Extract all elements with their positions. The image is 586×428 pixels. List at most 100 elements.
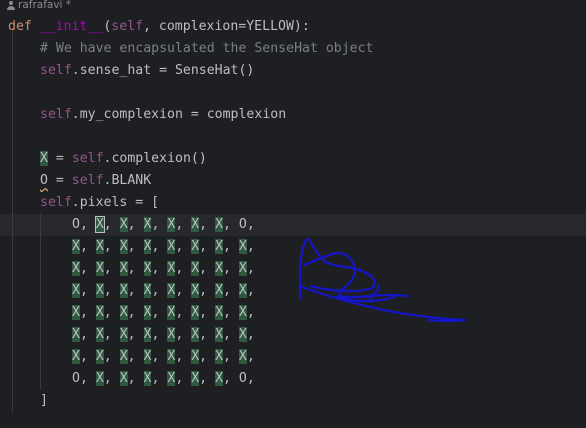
code-line-x-assign[interactable]: X = self.complexion()	[40, 148, 207, 170]
pixel-cell: X	[95, 305, 104, 320]
separator: ,	[246, 349, 255, 364]
separator: ,	[246, 217, 255, 232]
separator: ,	[199, 349, 216, 364]
author-name: rafrafavi *	[18, 0, 72, 11]
code-line-close-bracket[interactable]: ]	[40, 390, 48, 412]
separator: ,	[127, 261, 144, 276]
separator: ,	[127, 327, 144, 342]
indent-guide	[12, 30, 13, 412]
x-variable: X	[40, 151, 48, 166]
separator: ,	[103, 283, 120, 298]
separator: ,	[223, 283, 239, 298]
separator: ,	[103, 327, 120, 342]
separator: ,	[175, 371, 192, 386]
pixel-row[interactable]: X, X, X, X, X, X, X, X,	[72, 280, 255, 302]
pixel-cell: X	[95, 371, 104, 386]
separator: ,	[199, 217, 216, 232]
pixel-cell: X	[191, 327, 200, 342]
pixel-cell: X	[215, 349, 224, 364]
pixel-row[interactable]: X, X, X, X, X, X, X, X,	[72, 346, 255, 368]
pixel-cell: X	[191, 283, 200, 298]
separator: ,	[246, 261, 255, 276]
pixel-cell: X	[119, 283, 128, 298]
separator: ,	[223, 327, 239, 342]
separator: ,	[175, 305, 192, 320]
pixel-cell: X	[95, 327, 104, 342]
pixel-cell: X	[119, 217, 128, 232]
separator: ,	[151, 261, 168, 276]
separator: ,	[151, 283, 168, 298]
separator: ,	[79, 239, 96, 254]
code-line-comment[interactable]: # We have encapsulated the SenseHat obje…	[40, 38, 373, 60]
separator: ,	[127, 305, 144, 320]
separator: ,	[79, 349, 96, 364]
pixel-cell: X	[191, 349, 200, 364]
separator: ,	[223, 349, 239, 364]
pixel-cell: X	[95, 239, 104, 254]
o-variable: O	[40, 173, 48, 188]
separator: ,	[246, 283, 255, 298]
pixel-cell: X	[191, 217, 200, 232]
pixel-row[interactable]: X, X, X, X, X, X, X, X,	[72, 258, 255, 280]
separator: ,	[175, 349, 192, 364]
code-line-o-assign[interactable]: O = self.BLANK	[40, 170, 151, 192]
separator: ,	[223, 261, 239, 276]
pixel-cell: X	[119, 327, 128, 342]
separator: ,	[199, 371, 216, 386]
separator: ,	[199, 327, 216, 342]
pixel-cell: X	[238, 327, 247, 342]
pixel-cell: O	[72, 371, 80, 386]
separator: ,	[175, 261, 192, 276]
pixel-cell: O	[238, 217, 247, 232]
code-line-sense-hat[interactable]: self.sense_hat = SenseHat()	[40, 60, 254, 82]
pixel-cell: X	[72, 305, 80, 320]
separator: ,	[79, 261, 96, 276]
pixel-cell: X	[215, 305, 224, 320]
separator: ,	[199, 283, 216, 298]
pixel-row[interactable]: X, X, X, X, X, X, X, X,	[72, 302, 255, 324]
separator: ,	[127, 349, 144, 364]
pixel-row[interactable]: O, X, X, X, X, X, X, O,	[72, 214, 255, 236]
pixel-cell: X	[95, 261, 104, 276]
pixel-cell: X	[119, 349, 128, 364]
separator: ,	[246, 327, 255, 342]
separator: ,	[175, 327, 192, 342]
pixel-cell: X	[215, 261, 224, 276]
pixel-row[interactable]: O, X, X, X, X, X, X, O,	[72, 368, 255, 390]
separator: ,	[199, 261, 216, 276]
pixel-cell: X	[72, 239, 80, 254]
separator: ,	[199, 239, 216, 254]
separator: ,	[79, 371, 96, 386]
pixel-cell: X	[238, 261, 247, 276]
pixel-row[interactable]: X, X, X, X, X, X, X, X,	[72, 324, 255, 346]
separator: ,	[175, 217, 192, 232]
pixel-cell: X	[191, 239, 200, 254]
pixel-cell: X	[215, 239, 224, 254]
author-label: rafrafavi *	[6, 0, 71, 12]
separator: ,	[151, 371, 168, 386]
separator: ,	[79, 327, 96, 342]
code-line-pixels[interactable]: self.pixels = [	[40, 192, 159, 214]
pixel-row[interactable]: X, X, X, X, X, X, X, X,	[72, 236, 255, 258]
separator: ,	[103, 371, 120, 386]
separator: ,	[151, 217, 168, 232]
separator: ,	[103, 261, 120, 276]
separator: ,	[223, 217, 239, 232]
separator: ,	[151, 305, 168, 320]
pixel-cell: X	[94, 216, 105, 233]
pixel-cell: X	[72, 327, 80, 342]
separator: ,	[127, 217, 144, 232]
pixel-cell: X	[215, 283, 224, 298]
pixel-cell: X	[238, 283, 247, 298]
code-line-my-complexion[interactable]: self.my_complexion = complexion	[40, 104, 286, 126]
separator: ,	[246, 371, 255, 386]
separator: ,	[103, 305, 120, 320]
pixel-cell: X	[238, 239, 247, 254]
separator: ,	[79, 283, 96, 298]
pixel-cell: X	[215, 327, 224, 342]
pixel-cell: X	[72, 349, 80, 364]
code-line-def[interactable]: def __init__(self, complexion=YELLOW):	[8, 16, 310, 38]
separator: ,	[223, 371, 239, 386]
separator: ,	[79, 217, 96, 232]
pixel-cell: X	[72, 261, 80, 276]
